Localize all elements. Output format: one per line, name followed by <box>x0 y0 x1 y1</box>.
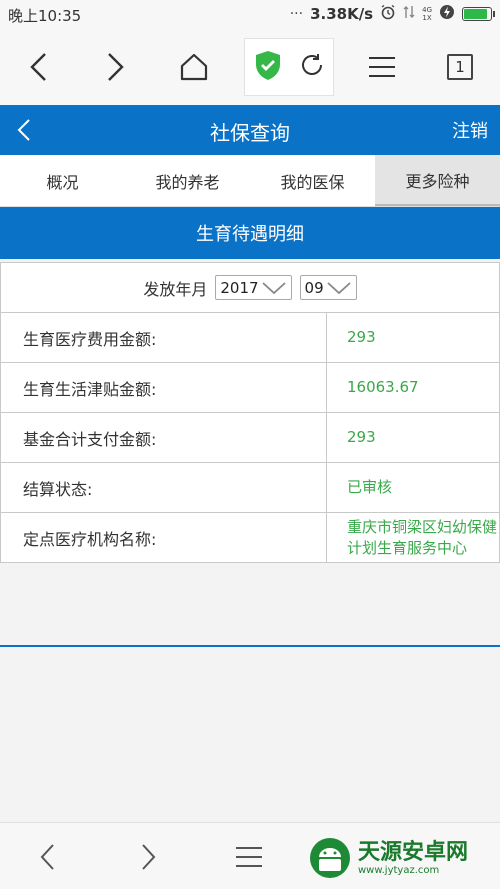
browser-back-button[interactable] <box>8 38 68 96</box>
tab-overview[interactable]: 概况 <box>0 155 125 206</box>
table-row: 定点医疗机构名称: 重庆市铜梁区妇幼保健计划生育服务中心 <box>1 513 499 563</box>
tab-my-pension[interactable]: 我的养老 <box>125 155 250 206</box>
row-label: 基金合计支付金额: <box>1 413 327 462</box>
row-label: 生育医疗费用金额: <box>1 313 327 362</box>
home-icon <box>180 53 208 81</box>
data-arrows-icon <box>403 4 415 24</box>
table-row: 基金合计支付金额: 293 <box>1 413 499 463</box>
shield-check-icon[interactable] <box>253 49 283 85</box>
battery-icon <box>462 7 495 21</box>
row-label: 生育生活津贴金额: <box>1 363 327 412</box>
filter-label: 发放年月 <box>143 279 208 299</box>
watermark-url: www.jytyaz.com <box>358 864 440 876</box>
page-title: 社保查询 <box>210 121 290 145</box>
signal-label: 4G 1X <box>422 6 432 22</box>
watermark: 天源安卓网 www.jytyaz.com <box>308 836 468 880</box>
watermark-title: 天源安卓网 <box>358 839 469 865</box>
chevron-left-icon <box>30 53 46 81</box>
row-label: 定点医疗机构名称: <box>1 513 327 562</box>
page-header: 社保查询 注销 <box>0 105 500 155</box>
menu-icon <box>236 847 262 867</box>
chevron-left-icon <box>40 844 54 870</box>
refresh-icon[interactable] <box>299 52 325 82</box>
table-row: 生育医疗费用金额: 293 <box>1 313 499 363</box>
charging-icon <box>439 4 455 24</box>
status-bar: 晚上10:35 ··· 3.38K/s 4G 1X <box>0 0 500 30</box>
chevron-down-icon <box>261 281 286 294</box>
year-value: 2017 <box>220 278 259 297</box>
logout-button[interactable]: 注销 <box>452 117 488 143</box>
row-value: 已审核 <box>347 478 393 496</box>
tab-bar: 概况 我的养老 我的医保 更多险种 <box>0 155 500 207</box>
security-refresh-group <box>244 38 334 96</box>
network-rate: 3.38K/s <box>310 5 374 23</box>
chevron-down-icon <box>327 281 351 294</box>
chevron-right-icon <box>108 53 124 81</box>
android-logo-icon <box>310 838 350 878</box>
bottom-forward-button[interactable] <box>124 835 174 879</box>
alarm-icon <box>380 4 396 24</box>
detail-table: 发放年月 2017 09 生育医疗费用金额: 293 生育生活津贴金额: 160… <box>0 262 500 563</box>
bottom-back-button[interactable] <box>22 835 72 879</box>
browser-forward-button[interactable] <box>86 38 146 96</box>
date-filter: 发放年月 2017 09 <box>1 263 499 313</box>
browser-menu-button[interactable] <box>352 38 412 96</box>
table-row: 生育生活津贴金额: 16063.67 <box>1 363 499 413</box>
row-label: 结算状态: <box>1 463 327 512</box>
signal-dots-icon: ··· <box>289 6 304 22</box>
row-value: 16063.67 <box>347 378 419 396</box>
menu-icon <box>369 57 395 77</box>
browser-home-button[interactable] <box>164 38 224 96</box>
browser-toolbar: 1 <box>0 30 500 105</box>
row-value: 重庆市铜梁区妇幼保健计划生育服务中心 <box>347 517 498 557</box>
bottom-menu-button[interactable] <box>224 835 274 879</box>
browser-tabs-button[interactable]: 1 <box>430 38 490 96</box>
tab-count: 1 <box>447 54 473 80</box>
tab-my-medical[interactable]: 我的医保 <box>250 155 375 206</box>
chevron-right-icon <box>142 844 156 870</box>
status-indicators: ··· 3.38K/s 4G 1X <box>289 4 495 24</box>
watermark-text: 天源安卓网 www.jytyaz.com <box>358 839 469 876</box>
row-value: 293 <box>347 428 376 446</box>
year-select[interactable]: 2017 <box>215 275 292 300</box>
battery-level <box>464 9 488 19</box>
month-value: 09 <box>304 278 324 297</box>
tab-more-insurance[interactable]: 更多险种 <box>375 155 500 206</box>
status-time: 晚上10:35 <box>8 7 82 25</box>
content-divider <box>0 645 500 647</box>
section-title: 生育待遇明细 <box>0 207 500 259</box>
row-value: 293 <box>347 328 376 346</box>
month-select[interactable]: 09 <box>299 275 357 300</box>
table-row: 结算状态: 已审核 <box>1 463 499 513</box>
